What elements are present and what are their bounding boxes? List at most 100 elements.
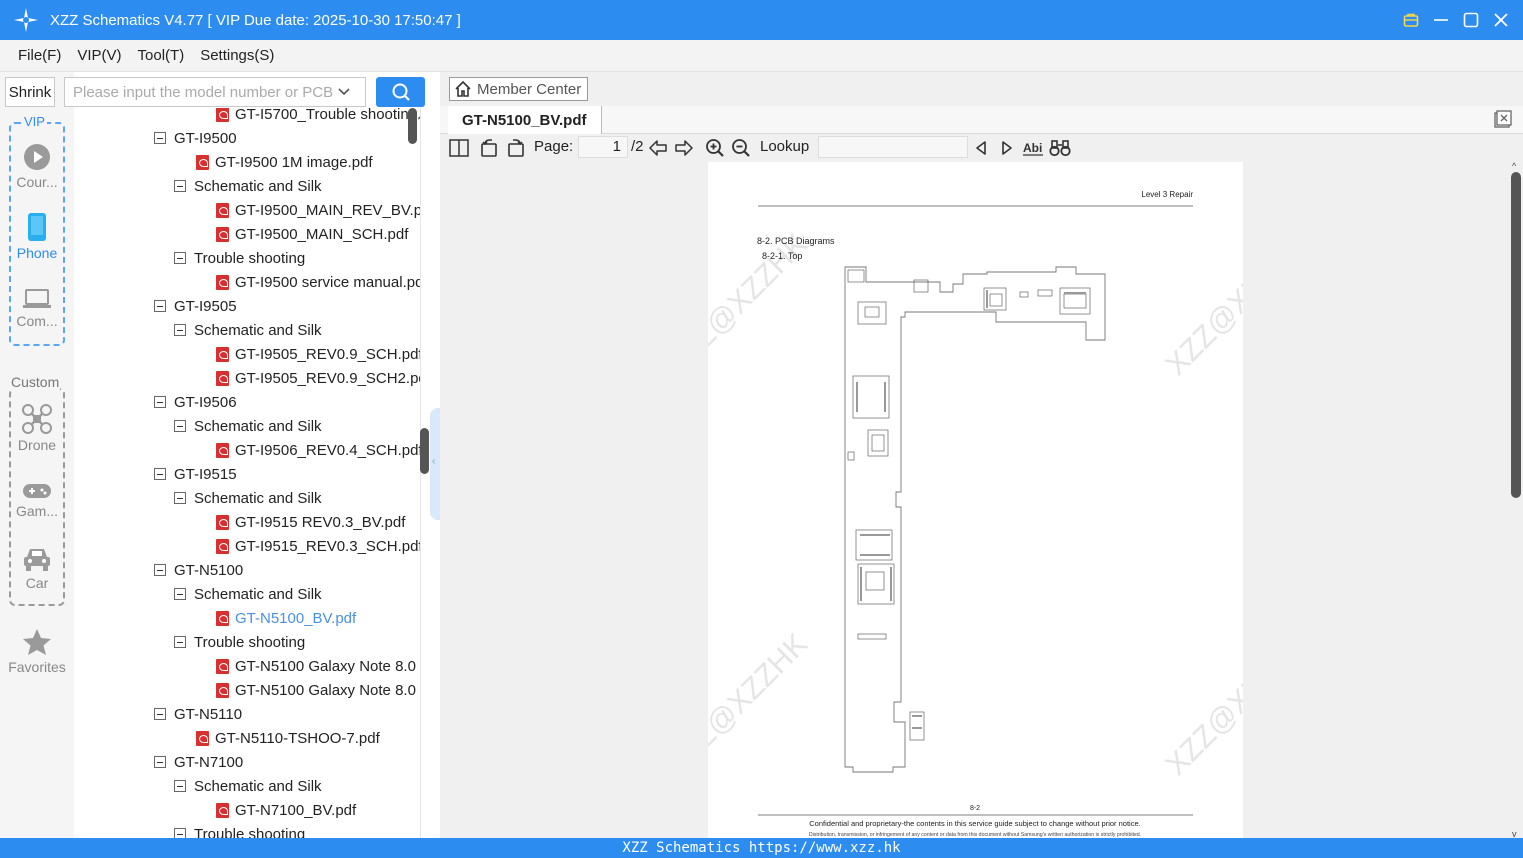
tree-folder[interactable]: Schematic and Silk — [174, 774, 322, 798]
collapse-toggle-icon[interactable] — [154, 132, 166, 144]
find-previous-icon[interactable] — [970, 137, 992, 159]
collapse-toggle-icon[interactable] — [154, 708, 166, 720]
maximize-button[interactable] — [1463, 12, 1479, 28]
pdf-file-icon — [216, 346, 229, 362]
tree-folder[interactable]: GT-N5100 — [154, 558, 243, 582]
document-scrollbar-thumb[interactable] — [1511, 172, 1521, 498]
collapse-toggle-icon[interactable] — [174, 420, 186, 432]
home-icon — [455, 80, 471, 97]
collapse-arrow-icon[interactable]: ‹ — [432, 456, 435, 467]
collapse-toggle-icon[interactable] — [154, 300, 166, 312]
tree-folder[interactable]: Schematic and Silk — [174, 582, 322, 606]
zoom-out-icon[interactable] — [730, 137, 752, 159]
member-center-button[interactable]: Member Center — [449, 77, 588, 101]
page-number-input[interactable]: 1 — [578, 136, 628, 158]
tree-folder[interactable]: GT-N7100 — [154, 750, 243, 774]
collapse-toggle-icon[interactable] — [174, 828, 186, 838]
collapse-toggle-icon[interactable] — [154, 756, 166, 768]
pdf-file-icon — [216, 682, 229, 698]
tree-file[interactable]: GT-I9506_REV0.4_SCH.pdf — [216, 438, 420, 462]
tree-file[interactable]: GT-I9500_MAIN_REV_BV.pdf — [216, 198, 420, 222]
find-next-icon[interactable] — [996, 137, 1018, 159]
lookup-input[interactable] — [818, 136, 968, 158]
tree-item-label: GT-I9500_MAIN_SCH.pdf — [235, 225, 409, 243]
pdf-page: XZZ@XZZHK XZZ@XZZHK XZZ@XZZHK XZZ@XZZHK … — [660, 162, 1314, 838]
menu-tool[interactable]: Tool(T) — [138, 47, 185, 64]
collapse-toggle-icon[interactable] — [174, 252, 186, 264]
category-computer[interactable]: Com... — [4, 288, 70, 329]
tree-folder[interactable]: GT-I9505 — [154, 294, 237, 318]
category-car[interactable]: Car — [4, 546, 70, 591]
menu-settings[interactable]: Settings(S) — [200, 47, 274, 64]
tree-folder[interactable]: GT-I9515 — [154, 462, 237, 486]
minimize-button[interactable] — [1433, 12, 1449, 28]
tree-folder[interactable]: Trouble shooting — [174, 246, 305, 270]
collapse-toggle-icon[interactable] — [154, 396, 166, 408]
collapse-toggle-icon[interactable] — [174, 492, 186, 504]
tree-file[interactable]: GT-I9500 1M image.pdf — [196, 150, 373, 174]
tree-folder[interactable]: Trouble shooting — [174, 822, 305, 838]
find-all-binoculars-icon[interactable] — [1049, 137, 1071, 159]
tree-scrollbar-thumb[interactable] — [408, 108, 417, 144]
category-courses[interactable]: Cour... — [4, 143, 70, 190]
tree-file[interactable]: GT-I9505_REV0.9_SCH.pdf — [216, 342, 420, 366]
tree-folder[interactable]: Schematic and Silk — [174, 318, 322, 342]
collapse-toggle-icon[interactable] — [174, 636, 186, 648]
splitter-scroll-thumb[interactable] — [420, 428, 429, 474]
collapse-toggle-icon[interactable] — [154, 564, 166, 576]
match-case-icon[interactable]: Abi — [1022, 137, 1044, 159]
tree-file[interactable]: GT-I9505_REV0.9_SCH2.pdf — [216, 366, 420, 390]
close-button[interactable] — [1493, 12, 1509, 28]
doc-scroll-up-icon[interactable]: ^ — [1512, 161, 1516, 171]
tree-item-label: GT-N5110-TSHOO-7.pdf — [215, 729, 380, 747]
tree-file[interactable]: GT-I9500_MAIN_SCH.pdf — [216, 222, 408, 246]
tree-folder[interactable]: Schematic and Silk — [174, 414, 322, 438]
collapse-toggle-icon[interactable] — [174, 324, 186, 336]
search-input[interactable] — [65, 79, 335, 105]
tree-file[interactable]: GT-N7100_BV.pdf — [216, 798, 356, 822]
tab-active-document[interactable]: GT-N5100_BV.pdf — [448, 106, 602, 134]
doc-header-text: Level 3 Repair — [1141, 190, 1193, 199]
category-games[interactable]: Gam... — [4, 482, 70, 519]
file-tree: GT-I5700_Trouble shooting.p GT-I9500 GT-I9… — [74, 108, 420, 838]
menu-vip[interactable]: VIP(V) — [77, 47, 121, 64]
rotate-left-icon[interactable] — [478, 137, 500, 159]
tree-file[interactable]: GT-I9515 REV0.3_BV.pdf — [216, 510, 405, 534]
tree-folder[interactable]: Schematic and Silk — [174, 174, 322, 198]
tree-file[interactable]: GT-I9515_REV0.3_SCH.pdf — [216, 534, 420, 558]
collapse-toggle-icon[interactable] — [174, 180, 186, 192]
tree-folder[interactable]: Schematic and Silk — [174, 486, 322, 510]
category-favorites[interactable]: Favorites — [4, 628, 70, 675]
tree-folder[interactable]: GT-N5110 — [154, 702, 242, 726]
search-button[interactable] — [376, 77, 425, 107]
shrink-button[interactable]: Shrink — [5, 77, 55, 107]
rotate-right-icon[interactable] — [505, 137, 527, 159]
tree-folder[interactable]: GT-I9500 — [154, 126, 237, 150]
menu-file[interactable]: File(F) — [18, 47, 61, 64]
close-all-tabs-icon[interactable] — [1494, 110, 1512, 128]
previous-page-arrow-icon[interactable] — [647, 137, 669, 159]
tree-item-label: Trouble shooting — [194, 633, 306, 651]
category-drone[interactable]: Drone — [4, 404, 70, 453]
collapse-toggle-icon[interactable] — [174, 780, 186, 792]
tree-folder[interactable]: GT-I9506 — [154, 390, 237, 414]
two-page-view-icon[interactable] — [448, 137, 470, 159]
category-phone[interactable]: Phone — [4, 212, 70, 261]
chevron-down-icon[interactable] — [337, 85, 351, 99]
watermark: XZZ@XZZHK — [1160, 227, 1243, 381]
tree-item-label: GT-I9515 REV0.3_BV.pdf — [235, 513, 406, 531]
tree-file[interactable]: GT-I9500 service manual.pdf — [216, 270, 420, 294]
tree-file[interactable]: GT-N5110-TSHOO-7.pdf — [196, 726, 380, 750]
bag-icon[interactable] — [1403, 12, 1419, 28]
collapse-toggle-icon[interactable] — [154, 468, 166, 480]
tree-file[interactable]: GT-N5100 Galaxy Note 8.0 01 — [216, 654, 420, 678]
collapse-toggle-icon[interactable] — [174, 588, 186, 600]
tree-file[interactable]: GT-I5700_Trouble shooting.p — [216, 108, 420, 126]
tree-item-label: GT-I9500 — [174, 129, 237, 147]
tree-file[interactable]: GT-N5100_BV.pdf — [216, 606, 356, 630]
tree-folder[interactable]: Trouble shooting — [174, 630, 305, 654]
zoom-in-icon[interactable] — [704, 137, 726, 159]
tree-item-label: GT-I9505_REV0.9_SCH2.pdf — [235, 369, 420, 387]
next-page-arrow-icon[interactable] — [673, 137, 695, 159]
tree-file[interactable]: GT-N5100 Galaxy Note 8.0 08 — [216, 678, 420, 702]
